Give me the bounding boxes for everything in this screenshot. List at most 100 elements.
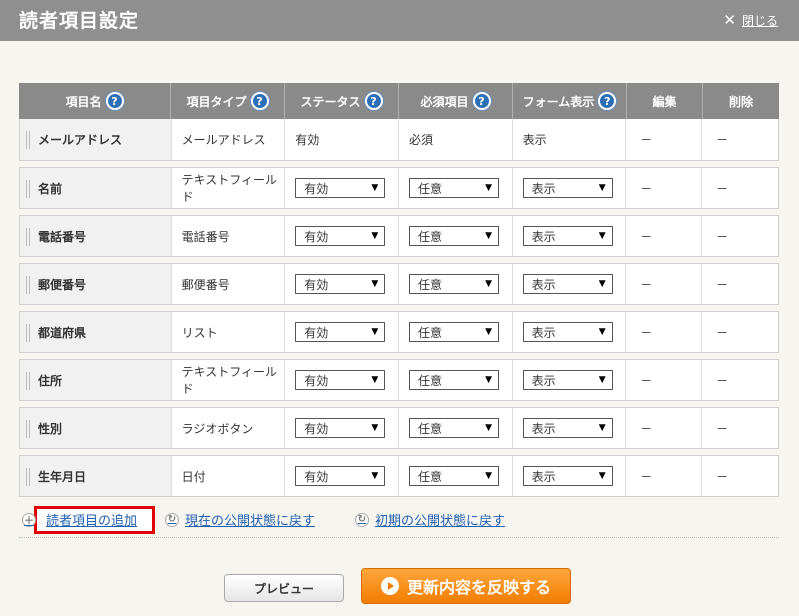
status-cell: 有効 ▼ <box>285 456 399 496</box>
reset-current-link[interactable]: ↻ 現在の公開状態に戻す <box>165 510 315 529</box>
field-delete: － <box>716 133 729 147</box>
close-label[interactable]: 閉じる <box>742 12 778 29</box>
dropdown-arrow-icon: ▼ <box>598 327 606 337</box>
status-cell: 有効 ▼ <box>285 408 399 448</box>
header-delete: 削除 <box>728 94 753 109</box>
dropdown-arrow-icon: ▼ <box>485 279 492 289</box>
dropdown-arrow-icon: ▼ <box>371 375 379 385</box>
close-button[interactable]: ✕ 閉じる <box>723 11 778 29</box>
field-delete: － <box>716 469 729 484</box>
required-cell: 任意 ▼ <box>399 216 513 256</box>
status-select[interactable]: 有効 ▼ <box>295 274 386 294</box>
status-select[interactable]: 有効 ▼ <box>295 322 386 342</box>
display-cell: 表示 ▼ <box>513 216 627 256</box>
dropdown-arrow-icon: ▼ <box>485 231 492 241</box>
field-edit: － <box>626 168 703 208</box>
field-name: 住所 <box>20 360 172 400</box>
dropdown-arrow-icon: ▼ <box>485 471 492 481</box>
field-type: テキストフィールド <box>172 168 286 208</box>
table-row: 生年月日 日付 有効 ▼ 任意 ▼ 表示 ▼ － － <box>19 455 779 497</box>
refresh-icon[interactable]: ↻ <box>165 512 179 527</box>
field-type: 電話番号 <box>172 216 286 256</box>
field-type: テキストフィールド <box>172 360 286 400</box>
header-form-display: フォーム表示 ? <box>513 83 627 119</box>
field-name: 電話番号 <box>20 216 172 256</box>
field-delete: － <box>716 421 729 436</box>
field-name: 都道府県 <box>20 312 172 352</box>
table-row: 住所 テキストフィールド 有効 ▼ 任意 ▼ 表示 ▼ － － <box>19 359 779 401</box>
header-edit: 編集 <box>627 83 703 119</box>
display-select[interactable]: 表示 ▼ <box>522 274 613 294</box>
field-name: 名前 <box>20 168 172 208</box>
display-select[interactable]: 表示 ▼ <box>522 226 613 246</box>
required-select[interactable]: 任意 ▼ <box>408 274 499 294</box>
add-reader-field-link[interactable]: ＋ 読者項目の追加 <box>22 510 137 529</box>
field-delete: － <box>716 181 729 196</box>
field-type: 日付 <box>172 456 286 496</box>
window-title: 読者項目設定 <box>19 10 140 32</box>
required-select[interactable]: 任意 ▼ <box>408 178 499 198</box>
required-select[interactable]: 任意 ▼ <box>408 466 499 486</box>
status-select[interactable]: 有効 ▼ <box>295 466 386 486</box>
status-select[interactable]: 有効 ▼ <box>295 418 386 438</box>
field-edit: － <box>626 216 703 256</box>
dropdown-arrow-icon: ▼ <box>371 423 379 433</box>
preview-button[interactable]: プレビュー <box>224 574 344 602</box>
help-icon[interactable]: ? <box>105 92 124 110</box>
play-icon[interactable] <box>380 577 399 595</box>
dropdown-arrow-icon: ▼ <box>371 279 379 289</box>
refresh-icon[interactable]: ↻ <box>355 512 369 527</box>
dropdown-arrow-icon: ▼ <box>485 327 492 337</box>
close-icon[interactable]: ✕ <box>723 11 736 29</box>
field-type: メールアドレス <box>172 119 286 160</box>
field-type: 郵便番号 <box>172 264 286 304</box>
field-type: リスト <box>172 312 286 352</box>
header-name: 項目名 ? <box>19 83 171 119</box>
dropdown-arrow-icon: ▼ <box>371 327 379 337</box>
required-select[interactable]: 任意 ▼ <box>408 226 499 246</box>
required-cell: 任意 ▼ <box>399 312 513 352</box>
required-select[interactable]: 任意 ▼ <box>408 370 499 390</box>
help-icon[interactable]: ? <box>472 92 491 110</box>
table-row: 性別 ラジオボタン 有効 ▼ 任意 ▼ 表示 ▼ － － <box>19 407 779 449</box>
field-name: 性別 <box>20 408 172 448</box>
update-button[interactable]: 更新内容を反映する <box>361 568 571 604</box>
status-select[interactable]: 有効 ▼ <box>295 226 386 246</box>
field-delete: － <box>716 325 729 340</box>
help-icon[interactable]: ? <box>598 92 617 110</box>
status-cell: 有効 ▼ <box>285 312 399 352</box>
reset-initial-link[interactable]: ↻ 初期の公開状態に戻す <box>355 510 505 529</box>
required-select[interactable]: 任意 ▼ <box>408 322 499 342</box>
field-delete: － <box>716 277 729 292</box>
table-row: 都道府県 リスト 有効 ▼ 任意 ▼ 表示 ▼ － － <box>19 311 779 353</box>
display-select[interactable]: 表示 ▼ <box>522 322 613 342</box>
display-select[interactable]: 表示 ▼ <box>522 466 613 486</box>
display-select[interactable]: 表示 ▼ <box>522 370 613 390</box>
field-edit: － <box>626 264 703 304</box>
help-icon[interactable]: ? <box>250 92 269 110</box>
dropdown-arrow-icon: ▼ <box>371 183 379 193</box>
status-cell: 有効 ▼ <box>285 264 399 304</box>
table-header: 項目名 ? 項目タイプ ? ステータス ? 必須項目 ? フォーム表示 ? 編集… <box>19 83 779 119</box>
dropdown-arrow-icon: ▼ <box>598 423 606 433</box>
field-delete: － <box>716 373 729 388</box>
help-icon[interactable]: ? <box>364 92 383 110</box>
table-row: 郵便番号 郵便番号 有効 ▼ 任意 ▼ 表示 ▼ －－ <box>19 263 779 305</box>
display-cell: 表示 ▼ <box>513 312 627 352</box>
status-select[interactable]: 有効 ▼ <box>295 178 386 198</box>
dropdown-arrow-icon: ▼ <box>485 183 492 193</box>
display-select[interactable]: 表示 ▼ <box>522 418 613 438</box>
field-name: メールアドレス <box>20 119 172 160</box>
required-cell: 任意 ▼ <box>399 264 513 304</box>
dropdown-arrow-icon: ▼ <box>598 279 606 289</box>
field-status: 有効 <box>285 119 399 160</box>
plus-icon[interactable]: ＋ <box>22 512 36 527</box>
dropdown-arrow-icon: ▼ <box>485 375 492 385</box>
field-name: 郵便番号 <box>20 264 172 304</box>
field-edit: － <box>626 119 703 160</box>
dropdown-arrow-icon: ▼ <box>598 231 606 241</box>
status-select[interactable]: 有効 ▼ <box>295 370 386 390</box>
header-type: 項目タイプ ? <box>171 83 285 119</box>
required-select[interactable]: 任意 ▼ <box>408 418 499 438</box>
display-select[interactable]: 表示 ▼ <box>522 178 613 198</box>
